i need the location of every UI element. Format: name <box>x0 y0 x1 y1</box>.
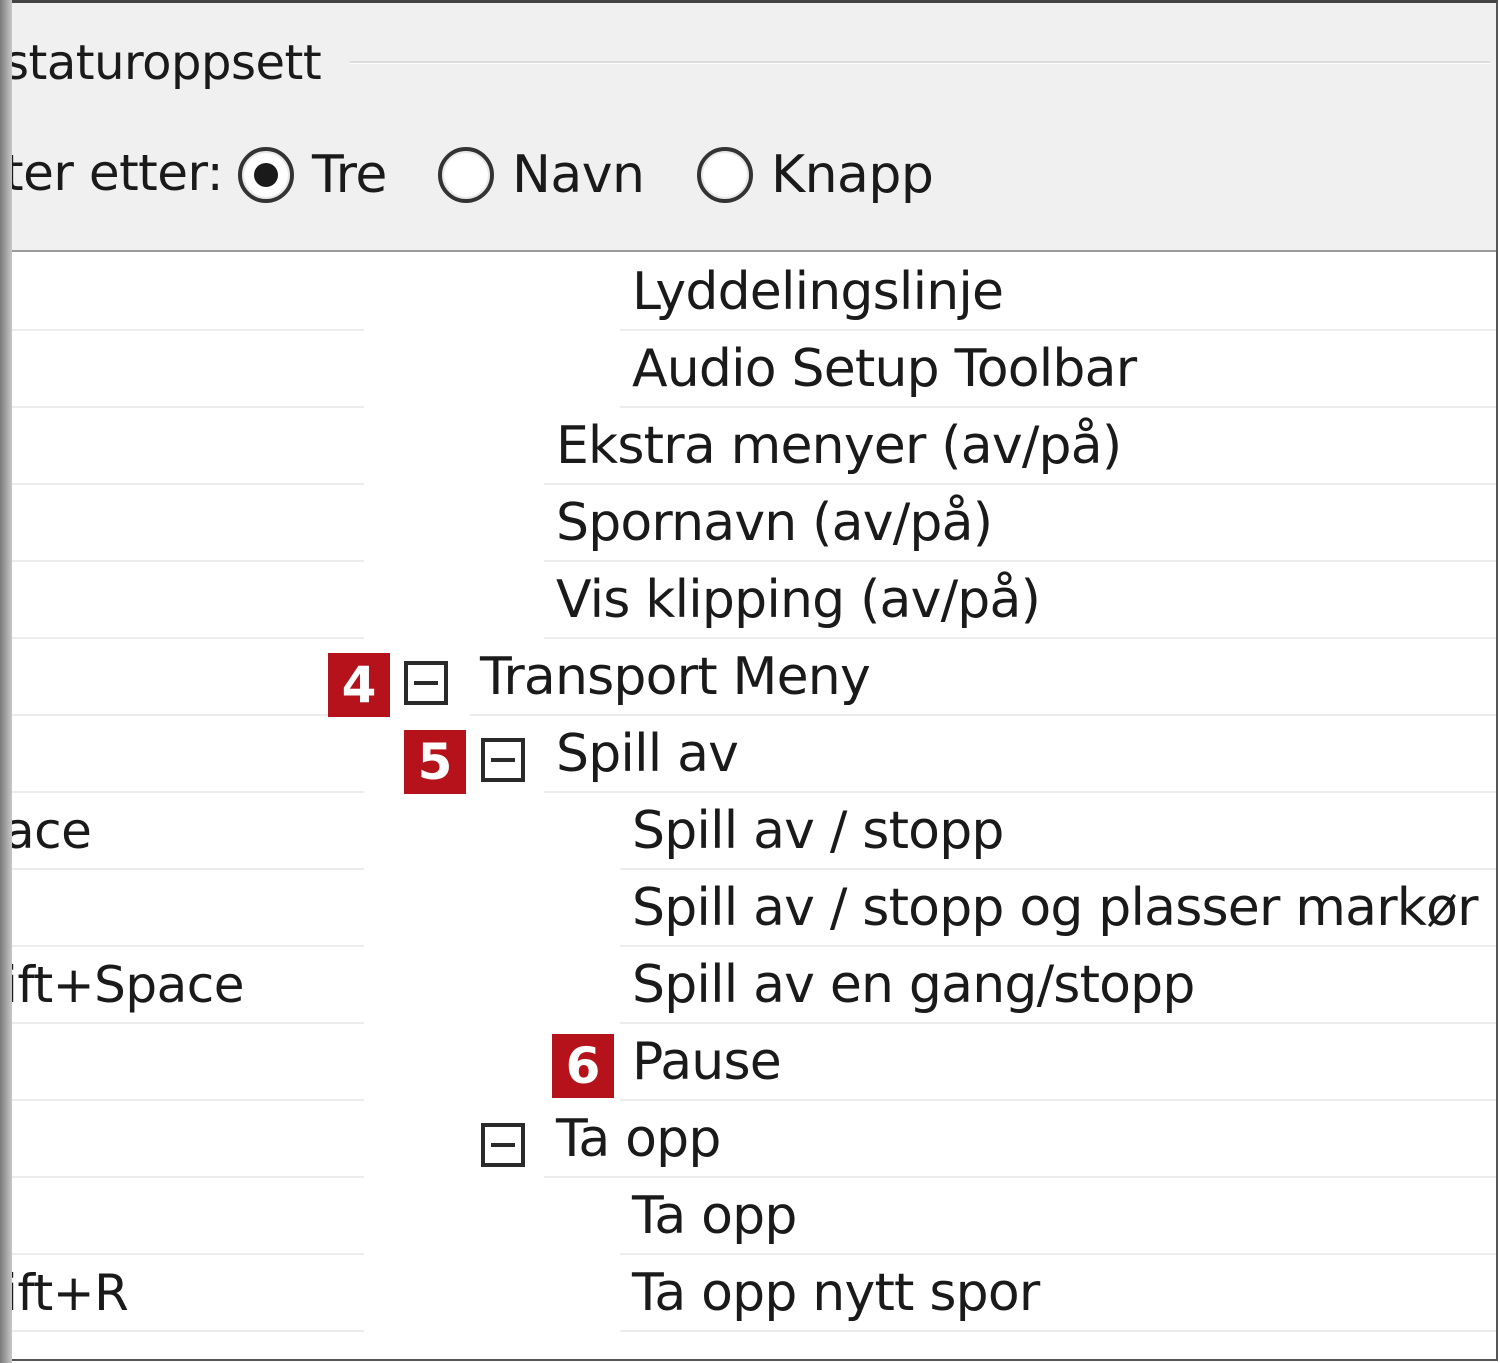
minus-icon <box>414 681 438 685</box>
radio-selected-icon[interactable] <box>238 147 294 203</box>
tree-row[interactable]: ace Spill av / stopp <box>0 793 1496 870</box>
tree-item-label: Spill av en gang/stopp <box>632 955 1195 1015</box>
radio-unselected-icon[interactable] <box>438 147 494 203</box>
tree-row[interactable]: Audio Setup Toolbar <box>0 331 1496 408</box>
row-divider <box>620 1330 1496 1332</box>
tree-row[interactable]: ift+Space Spill av en gang/stopp <box>0 947 1496 1024</box>
tree-item-label: Ta opp nytt spor <box>632 1263 1040 1323</box>
tree-item-label: Spill av <box>556 724 739 784</box>
shortcut-key: ift+R <box>4 1264 129 1322</box>
tree-item-label: Vis klipping (av/på) <box>556 570 1041 630</box>
shortcut-key: ift+Space <box>4 956 244 1014</box>
radio-knapp-label: Knapp <box>771 145 934 205</box>
tree-row[interactable]: 5 Spill av <box>0 716 1496 794</box>
radio-tre-label: Tre <box>312 145 387 205</box>
tree-item-label: Spill av / stopp og plasser markør <box>632 878 1479 938</box>
panel-left-edge <box>0 0 12 1363</box>
callout-badge-4: 4 <box>328 653 390 717</box>
collapse-toggle-icon[interactable] <box>404 661 448 705</box>
keyboard-preferences-panel: staturoppsett ter etter: Tre Navn Knapp … <box>0 0 1498 1361</box>
minus-icon <box>491 1143 515 1147</box>
tree-row[interactable]: Lyddelingslinje <box>0 254 1496 331</box>
shortcut-key: ace <box>4 802 92 860</box>
preferences-header: staturoppsett ter etter: Tre Navn Knapp <box>0 3 1496 252</box>
tree-row[interactable]: 6 Pause <box>0 1024 1496 1101</box>
tree-row[interactable]: Vis klipping (av/på) <box>0 562 1496 639</box>
collapse-toggle-icon[interactable] <box>481 1123 525 1167</box>
tree-item-label: Ta opp <box>556 1109 721 1169</box>
tree-item-label: Pause <box>632 1032 782 1092</box>
tree-item-label: Lyddelingslinje <box>632 262 1004 322</box>
tree-row[interactable]: Spill av / stopp og plasser markør <box>0 870 1496 947</box>
filter-label: ter etter: <box>4 144 224 202</box>
row-divider <box>12 1330 364 1332</box>
callout-badge-5: 5 <box>404 730 466 794</box>
radio-knapp[interactable]: Knapp <box>697 143 934 207</box>
tree-item-label: Spill av / stopp <box>632 801 1004 861</box>
tree-item-label: Spornavn (av/på) <box>556 493 993 553</box>
radio-navn-label: Navn <box>512 145 645 205</box>
group-title: staturoppsett <box>4 35 322 91</box>
tree-row[interactable]: 4 Transport Meny <box>0 639 1496 717</box>
radio-tre[interactable]: Tre <box>238 143 387 207</box>
radio-navn[interactable]: Navn <box>438 143 645 207</box>
tree-item-label: Audio Setup Toolbar <box>632 339 1137 399</box>
tree-item-label: Transport Meny <box>480 647 871 707</box>
radio-unselected-icon[interactable] <box>697 147 753 203</box>
tree-row[interactable]: Ekstra menyer (av/på) <box>0 408 1496 485</box>
group-divider <box>350 61 1490 64</box>
radio-dot-icon <box>254 163 278 187</box>
command-tree-list[interactable]: Lyddelingslinje Audio Setup Toolbar Ekst… <box>0 254 1496 1359</box>
tree-item-label: Ta opp <box>632 1186 797 1246</box>
collapse-toggle-icon[interactable] <box>481 738 525 782</box>
tree-row[interactable]: Ta opp <box>0 1101 1496 1178</box>
callout-badge-6: 6 <box>552 1034 614 1098</box>
tree-row[interactable]: ift+R Ta opp nytt spor <box>0 1255 1496 1332</box>
minus-icon <box>491 758 515 762</box>
tree-row[interactable]: Ta opp <box>0 1178 1496 1255</box>
tree-item-label: Ekstra menyer (av/på) <box>556 416 1122 476</box>
tree-row[interactable]: Spornavn (av/på) <box>0 485 1496 562</box>
